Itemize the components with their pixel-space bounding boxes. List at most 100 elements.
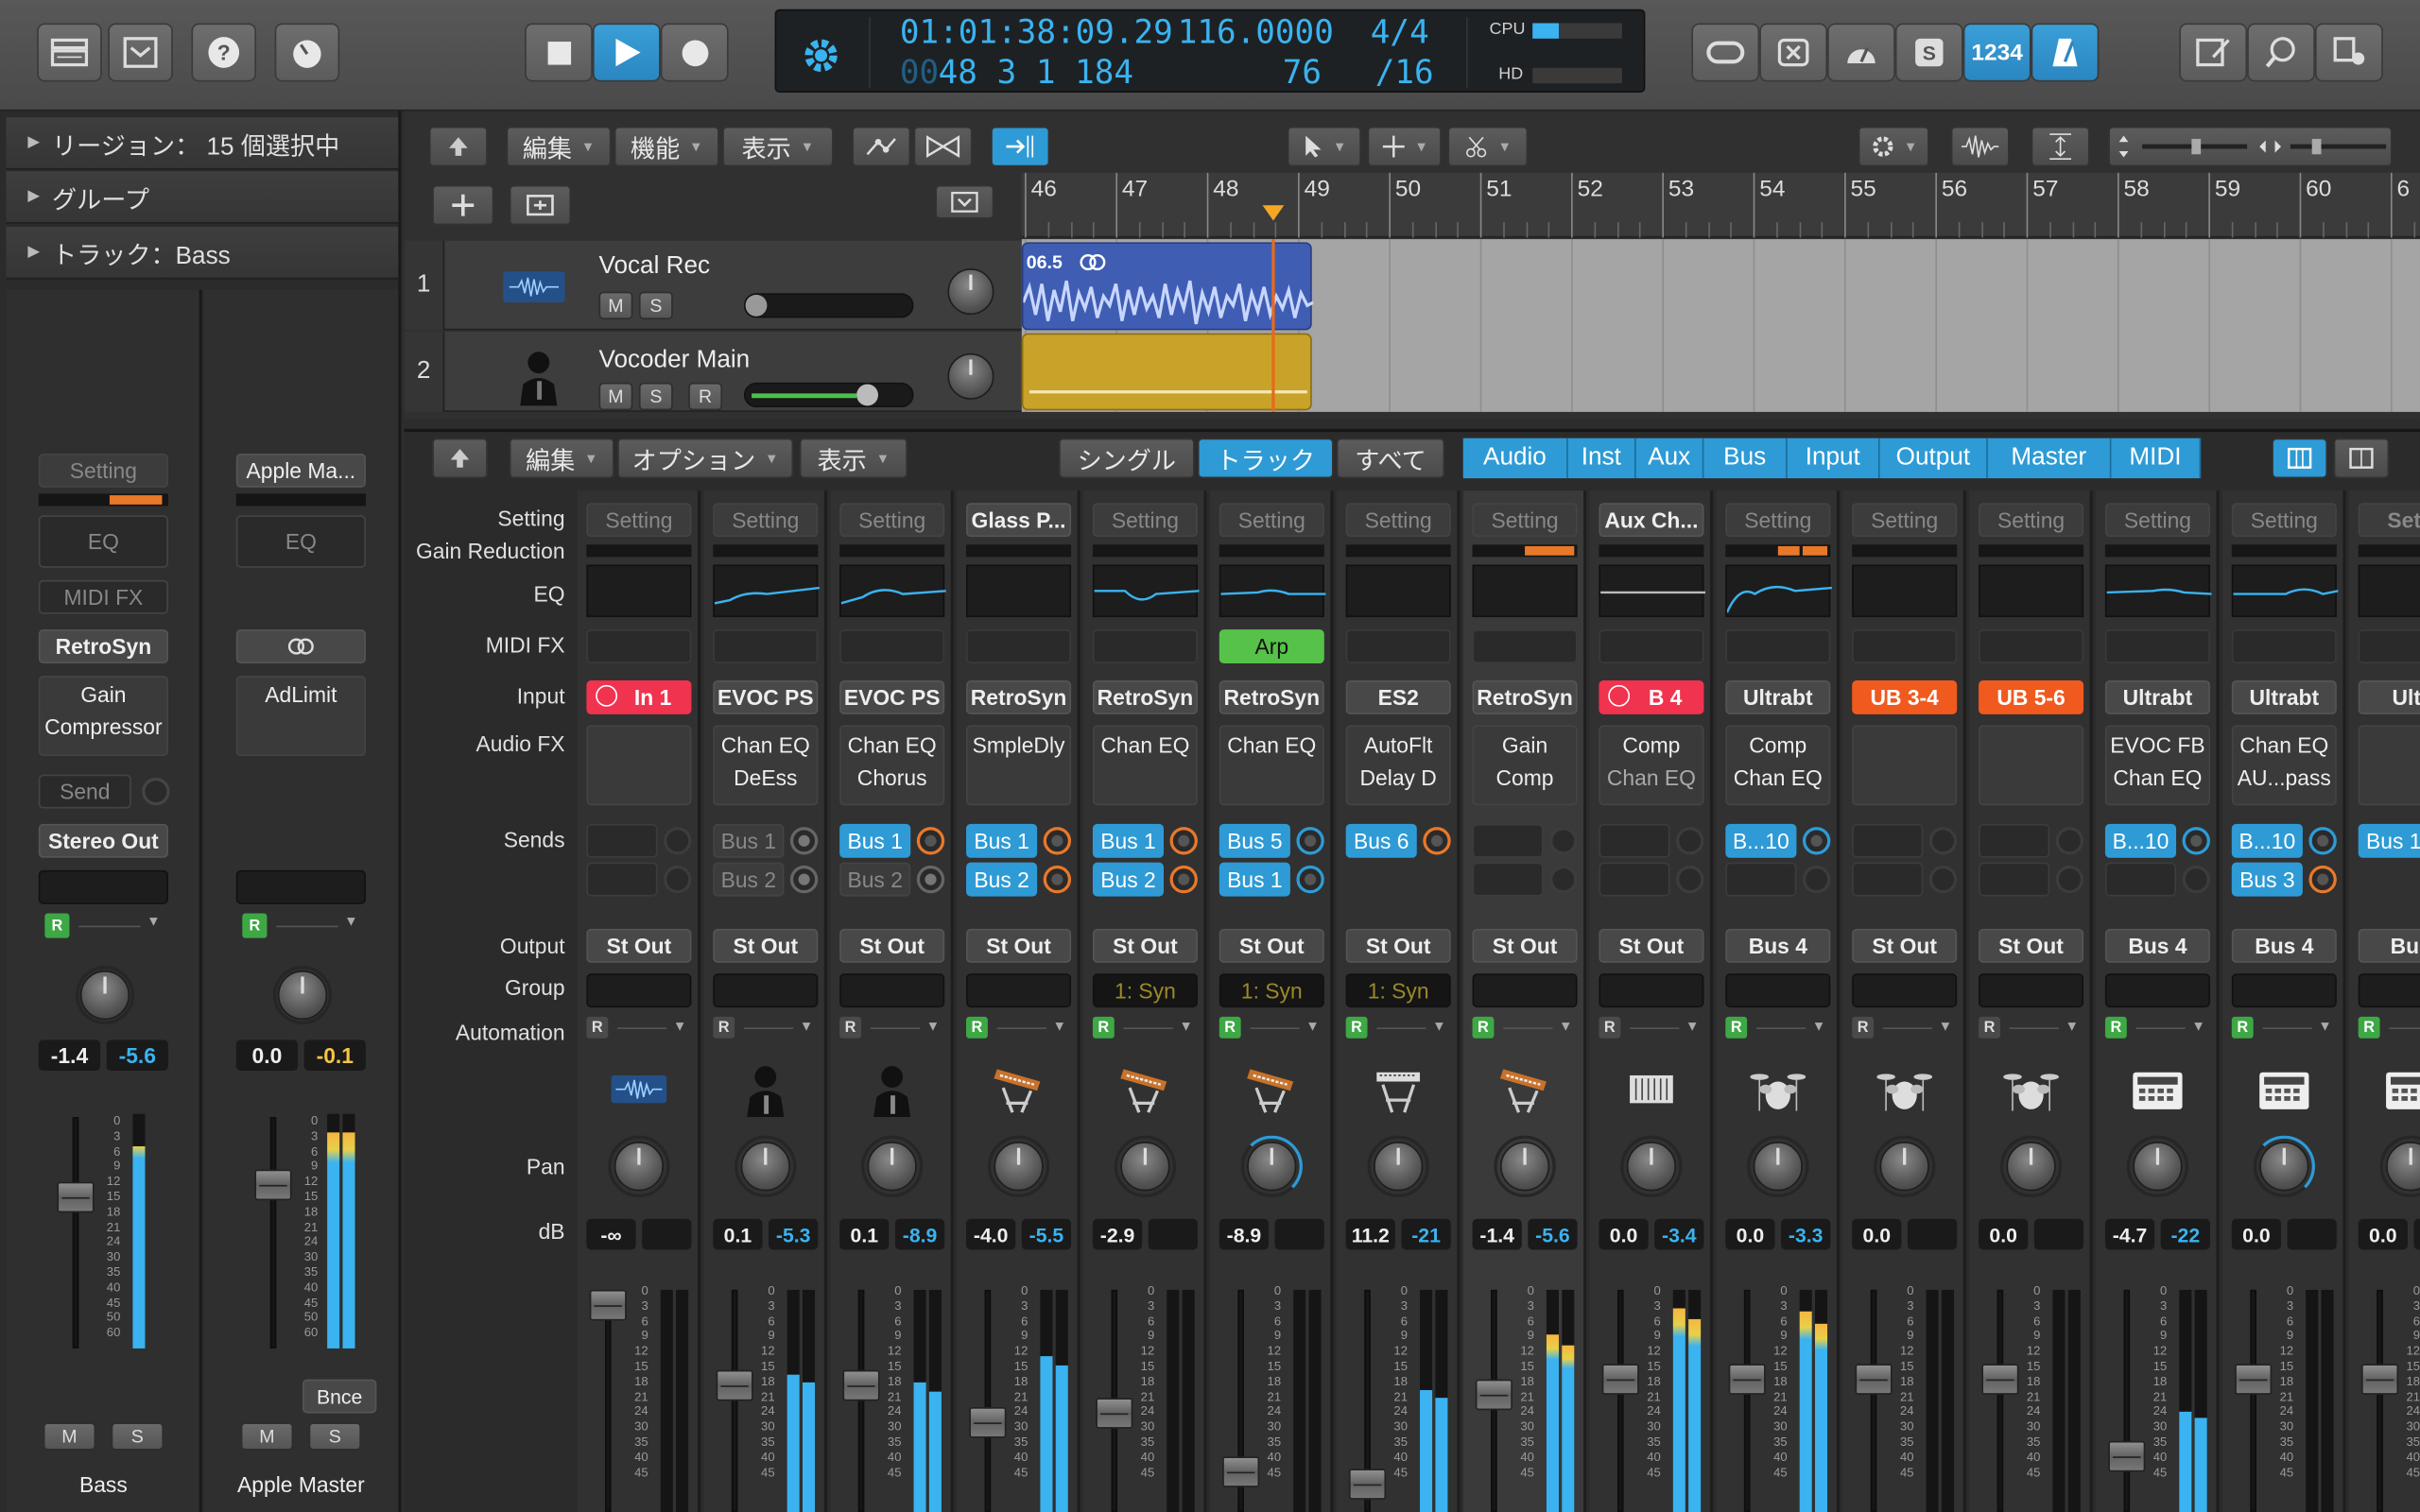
inspector-track-row[interactable]: ▶ トラック：Bass: [6, 226, 399, 280]
audio-fx-slot[interactable]: Gain: [40, 682, 166, 707]
send-level-knob[interactable]: [1802, 827, 1831, 855]
pan-knob[interactable]: [79, 970, 130, 1021]
midi-fx-slot[interactable]: [1345, 629, 1451, 664]
group-slot[interactable]: [713, 973, 819, 1008]
link-slot[interactable]: [235, 629, 366, 664]
midi-fx-slot[interactable]: [1092, 629, 1198, 664]
setting-slot[interactable]: Setting: [1979, 503, 2084, 538]
pan-knob[interactable]: [1499, 1142, 1550, 1192]
output-slot[interactable]: St Out: [1852, 928, 1958, 963]
send-level-knob[interactable]: [1928, 827, 1958, 855]
audio-fx-slot[interactable]: Compressor: [40, 714, 166, 739]
setting-slot[interactable]: Setting: [839, 503, 945, 538]
filter-tab-audio[interactable]: Audio: [1462, 438, 1568, 479]
input-slot[interactable]: RetroSyn: [1219, 679, 1324, 714]
audio-fx-slot[interactable]: Chan EQ: [2233, 733, 2335, 758]
setting-slot[interactable]: Setting: [1092, 503, 1198, 538]
volume-value[interactable]: -4.7: [2104, 1218, 2155, 1250]
setting-slot[interactable]: Setting: [1345, 503, 1451, 538]
send-slot[interactable]: [1599, 823, 1670, 858]
automation-mode-button[interactable]: R: [1472, 1016, 1495, 1039]
mixer-view-menu[interactable]: 表示 ▼: [799, 438, 908, 479]
output-slot[interactable]: Stereo Out: [38, 823, 168, 858]
setting-slot[interactable]: Setting: [2231, 503, 2337, 538]
volume-fader[interactable]: [2235, 1364, 2273, 1395]
input-slot[interactable]: Ultr: [2358, 679, 2420, 714]
group-slot[interactable]: [2358, 973, 2420, 1008]
send-level-knob[interactable]: [1423, 827, 1451, 855]
audio-fx-slot[interactable]: Chan EQ: [1600, 765, 1703, 790]
audio-fx-slot[interactable]: Gain: [1474, 733, 1576, 758]
send-slot[interactable]: [1852, 862, 1924, 897]
audio-fx-slot[interactable]: Chan EQ: [1220, 733, 1322, 758]
help-icon[interactable]: ?: [191, 23, 257, 82]
lcd-division[interactable]: /16: [1375, 54, 1434, 91]
group-slot[interactable]: [1725, 973, 1831, 1008]
send-level-knob[interactable]: [1169, 827, 1198, 855]
send-level-knob[interactable]: [1928, 865, 1958, 894]
solo-button[interactable]: S: [111, 1422, 164, 1451]
group-slot[interactable]: [2104, 973, 2210, 1008]
input-slot[interactable]: RetroSyn: [1092, 679, 1198, 714]
send-slot[interactable]: B...10: [2231, 823, 2303, 858]
pan-knob[interactable]: [740, 1142, 790, 1192]
back-icon[interactable]: [432, 438, 488, 479]
midi-fx-slot[interactable]: [2358, 629, 2420, 664]
chevron-down-icon[interactable]: ▼: [1052, 1019, 1066, 1034]
waveform-zoom-icon[interactable]: [1950, 126, 2010, 167]
volume-fader[interactable]: [1601, 1364, 1639, 1395]
mute-button[interactable]: M: [240, 1422, 294, 1451]
marquee-tool-icon[interactable]: ▼: [1367, 126, 1442, 167]
send-level-knob[interactable]: [1802, 865, 1831, 894]
automation-icon[interactable]: [852, 126, 911, 167]
volume-value[interactable]: -8.9: [1219, 1218, 1270, 1250]
send-level-knob[interactable]: [142, 777, 170, 806]
chevron-down-icon[interactable]: ▼: [344, 914, 358, 929]
automation-mode-button[interactable]: R: [44, 913, 70, 938]
pan-knob[interactable]: [1247, 1142, 1297, 1192]
input-slot[interactable]: UB 5-6: [1979, 679, 2084, 714]
pan-knob[interactable]: [2133, 1142, 2183, 1192]
eq-thumbnail[interactable]: [1092, 564, 1200, 618]
automation-mode-button[interactable]: R: [2358, 1016, 2380, 1039]
add-track-icon[interactable]: [432, 184, 494, 226]
count-in-button[interactable]: 1234: [1962, 23, 2031, 82]
bar-ruler[interactable]: 46 47 48 49 50 51 52 53 54 55 56 57 58 59 60 6: [1021, 172, 2420, 238]
setting-slot[interactable]: Glass P...: [966, 503, 1072, 538]
automation-mode-button[interactable]: R: [1599, 1016, 1621, 1039]
pan-knob[interactable]: [277, 970, 328, 1021]
chevron-down-icon[interactable]: ▼: [1939, 1019, 1953, 1034]
output-slot[interactable]: St Out: [713, 928, 819, 963]
zoom-sliders[interactable]: [2108, 126, 2393, 167]
send-slot[interactable]: [1979, 823, 2050, 858]
audio-fx-slot[interactable]: EVOC FB: [2107, 733, 2209, 758]
audio-fx-slot[interactable]: AutoFlt: [1347, 733, 1449, 758]
volume-value[interactable]: 11.2: [1345, 1218, 1395, 1250]
track-header-1[interactable]: 1 Vocal Rec M S: [404, 240, 1022, 331]
send-level-knob[interactable]: [2182, 865, 2210, 894]
chevron-down-icon[interactable]: ▼: [1432, 1019, 1446, 1034]
send-slot[interactable]: Bus 1: [2358, 823, 2420, 858]
send-level-knob[interactable]: [1676, 865, 1704, 894]
midi-fx-slot[interactable]: [966, 629, 1072, 664]
eq-thumbnail[interactable]: [966, 564, 1072, 618]
pan-knob[interactable]: [1879, 1142, 1929, 1192]
solo-button[interactable]: S: [638, 382, 673, 411]
eq-thumbnail[interactable]: [1979, 564, 2084, 618]
volume-value[interactable]: 0.0: [235, 1040, 299, 1072]
filter-tab-inst[interactable]: Inst: [1567, 438, 1636, 479]
output-slot[interactable]: St Out: [586, 928, 692, 963]
audio-fx-slot[interactable]: AdLimit: [237, 682, 364, 707]
pan-knob[interactable]: [614, 1142, 665, 1192]
group-slot[interactable]: [1599, 973, 1704, 1008]
snap-gear-icon[interactable]: ▼: [1858, 126, 1929, 167]
audio-fx-slot[interactable]: Delay D: [1347, 765, 1449, 790]
catch-playhead-icon[interactable]: [991, 126, 1050, 167]
chevron-down-icon[interactable]: ▼: [926, 1019, 941, 1034]
midi-fx-slot[interactable]: [713, 629, 819, 664]
eq-thumbnail[interactable]: [586, 564, 692, 618]
audio-fx-slot[interactable]: AU...pass: [2233, 765, 2335, 790]
audio-fx-slot[interactable]: Chan EQ: [715, 733, 817, 758]
automation-mode-button[interactable]: R: [1092, 1016, 1115, 1039]
chevron-down-icon[interactable]: ▼: [1812, 1019, 1826, 1034]
